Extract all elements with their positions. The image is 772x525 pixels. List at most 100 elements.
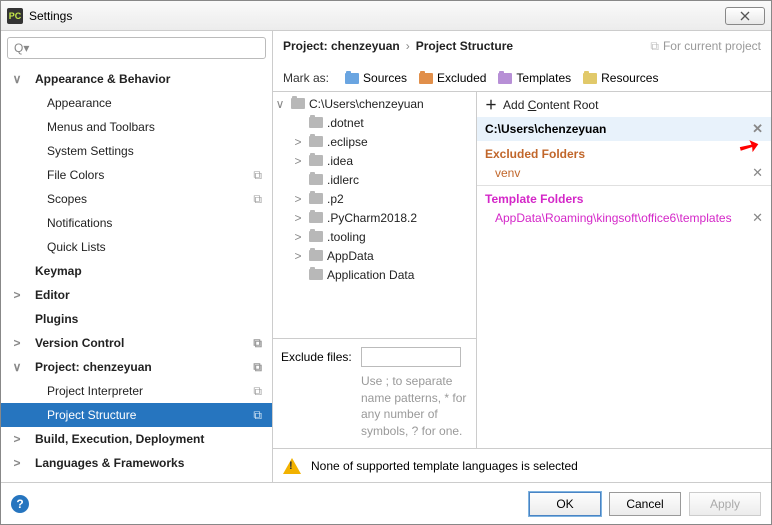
- content-root-row[interactable]: C:\Users\chenzeyuan ✕: [477, 117, 771, 141]
- chevron-icon: >: [291, 192, 305, 206]
- sidebar-item-scopes[interactable]: Scopes ⧉: [1, 187, 272, 211]
- sidebar-item-menus-and-toolbars[interactable]: Menus and Toolbars: [1, 115, 272, 139]
- copy-icon: ⧉: [253, 336, 262, 351]
- folder-icon: [309, 212, 323, 223]
- content-root-path: C:\Users\chenzeyuan: [485, 122, 606, 136]
- chevron-icon: ∨: [9, 72, 25, 86]
- sidebar-item-label: Plugins: [35, 312, 78, 326]
- exclude-files-help: Use ; to separate name patterns, * for a…: [361, 373, 471, 440]
- breadcrumb-page: Project Structure: [416, 39, 513, 53]
- add-content-root-button[interactable]: ＋ Add Content Root: [477, 92, 771, 117]
- dialog-footer: ? OK Cancel Apply: [1, 482, 771, 524]
- template-folder-item[interactable]: AppData\Roaming\kingsoft\office6\templat…: [477, 208, 771, 228]
- sidebar-tree: ∨ Appearance & Behavior Appearance Menus an…: [1, 65, 272, 482]
- chevron-icon: >: [9, 456, 25, 470]
- sidebar-item-label: Languages & Frameworks: [35, 456, 184, 470]
- content-roots-panel: ＋ Add Content Root C:\Users\chenzeyuan ✕…: [477, 92, 771, 448]
- warning-icon: [283, 458, 301, 474]
- breadcrumb-project: Project: chenzeyuan: [283, 39, 400, 53]
- excluded-folders-heading: Excluded Folders: [477, 141, 771, 163]
- sidebar-item-label: Project Structure: [47, 408, 136, 422]
- sidebar-item-plugins[interactable]: Plugins: [1, 307, 272, 331]
- excluded-folder-item[interactable]: venv ✕: [477, 163, 771, 186]
- app-icon: PC: [7, 8, 23, 24]
- chevron-icon: >: [291, 249, 305, 263]
- sidebar-item-label: Build, Execution, Deployment: [35, 432, 204, 446]
- help-button[interactable]: ?: [11, 495, 29, 513]
- sidebar-item-keymap[interactable]: Keymap: [1, 259, 272, 283]
- close-icon: [739, 10, 751, 22]
- excluded-folder-icon: [419, 73, 433, 84]
- dir-tree-item[interactable]: >.tooling: [273, 227, 476, 246]
- sidebar-item-notifications[interactable]: Notifications: [1, 211, 272, 235]
- folder-icon: [309, 155, 323, 166]
- dir-tree-item[interactable]: >.idea: [273, 151, 476, 170]
- sources-folder-icon: [345, 73, 359, 84]
- warning-banner: None of supported template languages is …: [273, 448, 771, 482]
- dir-tree-item[interactable]: .dotnet: [273, 113, 476, 132]
- folder-icon: [309, 269, 323, 280]
- chevron-icon: >: [291, 154, 305, 168]
- sidebar-item-label: Menus and Toolbars: [47, 120, 155, 134]
- chevron-icon: >: [291, 230, 305, 244]
- sidebar-item-label: System Settings: [47, 144, 134, 158]
- search-icon: Q▾: [14, 41, 29, 55]
- mark-as-toolbar: Mark as: Sources Excluded Templates Reso…: [273, 65, 771, 91]
- remove-template-button[interactable]: ✕: [752, 210, 763, 226]
- copy-icon: ⧉: [253, 408, 262, 423]
- dir-tree-root[interactable]: ∨C:\Users\chenzeyuan: [273, 94, 476, 113]
- copy-icon: ⧉: [253, 192, 262, 207]
- exclude-files-input[interactable]: [361, 347, 461, 367]
- sidebar-item-label: Keymap: [35, 264, 82, 278]
- remove-excluded-button[interactable]: ✕: [752, 165, 763, 181]
- sidebar-item-editor[interactable]: >Editor: [1, 283, 272, 307]
- sidebar-item-languages-frameworks[interactable]: > Languages & Frameworks: [1, 451, 272, 475]
- mark-templates-button[interactable]: Templates: [498, 71, 571, 85]
- sidebar-item-label: Notifications: [47, 216, 112, 230]
- sidebar-item-system-settings[interactable]: System Settings: [1, 139, 272, 163]
- mark-sources-button[interactable]: Sources: [345, 71, 407, 85]
- sidebar-item-quick-lists[interactable]: Quick Lists: [1, 235, 272, 259]
- dir-tree-item[interactable]: >.p2: [273, 189, 476, 208]
- mark-resources-button[interactable]: Resources: [583, 71, 658, 85]
- sidebar-item-label: Appearance & Behavior: [35, 72, 170, 86]
- folder-icon: [309, 117, 323, 128]
- chevron-icon: >: [9, 336, 25, 350]
- sidebar-item-label: Project Interpreter: [47, 384, 143, 398]
- sidebar-item-file-colors[interactable]: File Colors⧉: [1, 163, 272, 187]
- mark-excluded-button[interactable]: Excluded: [419, 71, 486, 85]
- sidebar-item-build-execution-deployment[interactable]: >Build, Execution, Deployment: [1, 427, 272, 451]
- sidebar-item-project-structure[interactable]: Project Structure ⧉: [1, 403, 272, 427]
- sidebar-item-project-chenzeyuan[interactable]: ∨Project: chenzeyuan⧉: [1, 355, 272, 379]
- ok-button[interactable]: OK: [529, 492, 601, 516]
- folder-icon: [309, 193, 323, 204]
- copy-icon: ⧉: [253, 384, 262, 399]
- folder-icon: [309, 250, 323, 261]
- dir-tree-item[interactable]: >AppData: [273, 246, 476, 265]
- copy-icon: ⧉: [253, 360, 262, 375]
- template-folders-heading: Template Folders: [477, 186, 771, 208]
- window-close-button[interactable]: [725, 7, 765, 25]
- chevron-down-icon: ∨: [273, 97, 287, 111]
- chevron-right-icon: ›: [406, 39, 410, 53]
- sidebar-item-project-interpreter[interactable]: Project Interpreter ⧉: [1, 379, 272, 403]
- directory-tree[interactable]: ∨C:\Users\chenzeyuan.dotnet>.eclipse>.id…: [273, 92, 476, 338]
- sidebar-item-appearance-behavior[interactable]: ∨ Appearance & Behavior: [1, 67, 272, 91]
- apply-button[interactable]: Apply: [689, 492, 761, 516]
- search-input[interactable]: Q▾: [7, 37, 266, 59]
- dir-tree-item[interactable]: Application Data: [273, 265, 476, 284]
- sidebar-item-label: Appearance: [47, 96, 112, 110]
- sidebar-item-label: Scopes: [47, 192, 87, 206]
- resources-folder-icon: [583, 73, 597, 84]
- chevron-icon: >: [291, 135, 305, 149]
- sidebar: Q▾ ∨ Appearance & Behavior Appearance Menus…: [1, 31, 273, 482]
- dir-tree-item[interactable]: >.eclipse: [273, 132, 476, 151]
- sidebar-item-appearance[interactable]: Appearance: [1, 91, 272, 115]
- folder-icon: [291, 98, 305, 109]
- breadcrumb: Project: chenzeyuan › Project Structure …: [273, 31, 771, 61]
- sidebar-item-version-control[interactable]: >Version Control⧉: [1, 331, 272, 355]
- dir-tree-item[interactable]: >.PyCharm2018.2: [273, 208, 476, 227]
- dir-tree-item[interactable]: .idlerc: [273, 170, 476, 189]
- warning-text: None of supported template languages is …: [311, 459, 578, 473]
- cancel-button[interactable]: Cancel: [609, 492, 681, 516]
